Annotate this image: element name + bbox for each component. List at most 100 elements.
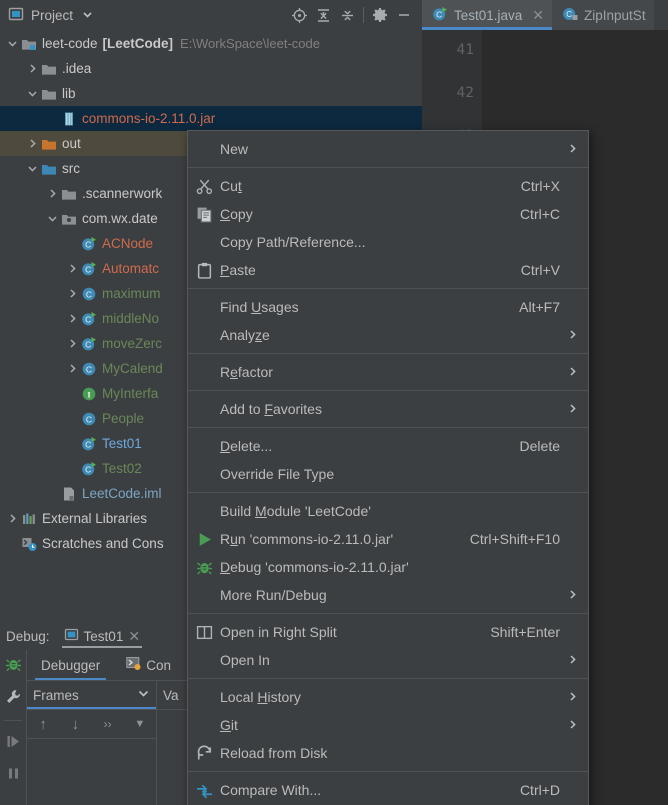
chevron-down-icon[interactable] [4,38,20,49]
module-folder-icon [20,36,38,52]
tree-item-lib[interactable]: lib [0,81,422,106]
chevron-right-icon[interactable] [24,63,40,74]
chevron-right-icon[interactable] [64,288,80,299]
menu-item-delete[interactable]: Delete... Delete [188,432,588,460]
menu-item-shortcut: Shift+Enter [490,624,560,640]
menu-item-add-to-favorites[interactable]: Add to Favorites [188,395,588,423]
readonly-class-icon: C [562,6,578,25]
menu-item-refactor[interactable]: Refactor [188,358,588,386]
expand-all-icon[interactable] [311,3,335,27]
close-icon[interactable]: ✕ [532,7,544,24]
svg-text:C: C [85,339,91,349]
toolbar-divider [4,720,22,721]
menu-item-git[interactable]: Git [188,711,588,739]
run-icon [188,531,220,548]
settings-gear-icon[interactable] [368,3,392,27]
chevron-down-icon[interactable] [24,163,40,174]
debug-session-tab[interactable]: Test01 ✕ [58,622,147,650]
tab-console[interactable]: Con [120,650,177,680]
frames-pane-header[interactable]: Frames [27,681,156,709]
menu-separator [188,771,588,772]
submenu-chevron-icon [560,142,578,157]
menu-item-analyze[interactable]: Analyze [188,321,588,349]
menu-item-open-in-right-split[interactable]: Open in Right Split Shift+Enter [188,618,588,646]
chevron-down-icon[interactable] [44,213,60,224]
pause-program-icon[interactable] [5,765,22,785]
tree-item-label: commons-io-2.11.0.jar [82,111,216,126]
menu-item-cut[interactable]: Cut Ctrl+X [188,172,588,200]
menu-item-open-in[interactable]: Open In [188,646,588,674]
editor-tab-zipinputst[interactable]: C ZipInputSt [552,0,654,30]
tree-item-label: LeetCode.iml [82,486,162,501]
svg-text:C: C [86,414,92,424]
menu-item-copy[interactable]: Copy Ctrl+C [188,200,588,228]
chevron-right-icon[interactable] [24,138,40,149]
project-window-icon [8,6,24,25]
chevron-down-icon[interactable] [137,687,150,703]
debug-bug-icon[interactable] [5,656,22,676]
chevron-right-icon[interactable] [44,188,60,199]
submenu-chevron-icon [560,718,578,733]
debug-icon [188,559,220,576]
tree-item-commons-io-2-11-0-jar[interactable]: commons-io-2.11.0.jar [0,106,422,131]
chevron-right-icon[interactable] [4,513,20,524]
menu-item-shortcut: Delete [519,438,560,454]
menu-item-copy-path[interactable]: Copy Path/Reference... [188,228,588,256]
svg-text:C: C [436,9,442,19]
submenu-chevron-icon [560,365,578,380]
close-icon[interactable]: ✕ [128,628,140,645]
iml-file-icon [60,486,78,502]
menu-item-paste[interactable]: Paste Ctrl+V [188,256,588,284]
runnable-class-icon: C [432,6,448,25]
frames-list[interactable] [27,739,156,799]
menu-item-find-usages[interactable]: Find Usages Alt+F7 [188,293,588,321]
class-icon: C [80,411,98,427]
menu-item-local-history[interactable]: Local History [188,683,588,711]
editor-tab-bar[interactable]: C Test01.java ✕ C ZipInputSt [422,0,668,30]
menu-item-reload-from-disk[interactable]: Reload from Disk [188,739,588,767]
menu-item-run-jar[interactable]: Run 'commons-io-2.11.0.jar' Ctrl+Shift+F1… [188,525,588,553]
frame-up-icon[interactable]: ↑ [32,716,54,733]
menu-item-label: Compare With... [220,782,322,798]
copy-icon [188,206,220,223]
chevron-right-icon[interactable] [64,263,80,274]
menu-item-compare-with[interactable]: Compare With... Ctrl+D [188,776,588,804]
tree-item-leet-code[interactable]: leet-code [LeetCode] E:\WorkSpace\leet-cod… [0,31,422,56]
context-menu[interactable]: New Cut Ctrl+X Copy Ctrl+C Copy Path/Referenc… [187,130,589,805]
debug-side-toolbar[interactable] [0,650,26,805]
chevron-down-icon[interactable] [24,88,40,99]
svg-text:C: C [566,10,572,19]
menu-separator [188,613,588,614]
collapse-all-icon[interactable] [335,3,359,27]
submenu-chevron-icon [560,690,578,705]
hide-window-icon[interactable] [392,3,416,27]
wrench-settings-icon[interactable] [5,688,22,708]
locate-file-icon[interactable] [287,3,311,27]
tree-item-label: src [62,161,80,176]
line-number: 41 [456,42,474,58]
menu-item-override-file-type[interactable]: Override File Type [188,460,588,488]
menu-item-new[interactable]: New [188,135,588,163]
svg-text:C: C [85,464,91,474]
toolbar-divider [363,7,364,23]
chevron-right-icon[interactable] [64,338,80,349]
menu-item-more-run-debug[interactable]: More Run/Debug [188,581,588,609]
resume-program-icon[interactable] [5,733,22,753]
editor-tab-test01-java[interactable]: C Test01.java ✕ [422,0,553,30]
frames-toolbar[interactable]: ↑ ↓ ›› ▼ [27,709,156,739]
menu-item-label: Analyze [220,327,270,343]
chevron-right-icon[interactable] [64,363,80,374]
menu-item-build-module[interactable]: Build Module 'LeetCode' [188,497,588,525]
frame-more-icon[interactable]: ›› [97,717,119,731]
menu-item-label: Open in Right Split [220,624,337,640]
menu-item-shortcut: Ctrl+Shift+F10 [469,531,560,547]
tree-item-label: ACNode [102,236,154,251]
chevron-right-icon[interactable] [64,313,80,324]
chevron-down-icon[interactable] [82,8,93,23]
frame-down-icon[interactable]: ↓ [64,716,86,733]
frame-filter-icon[interactable]: ▼ [129,718,151,730]
tree-item-idea[interactable]: .idea [0,56,422,81]
menu-item-debug-jar[interactable]: Debug 'commons-io-2.11.0.jar' [188,553,588,581]
runnable-class-icon: C [80,311,98,327]
tab-debugger[interactable]: Debugger [35,650,107,680]
